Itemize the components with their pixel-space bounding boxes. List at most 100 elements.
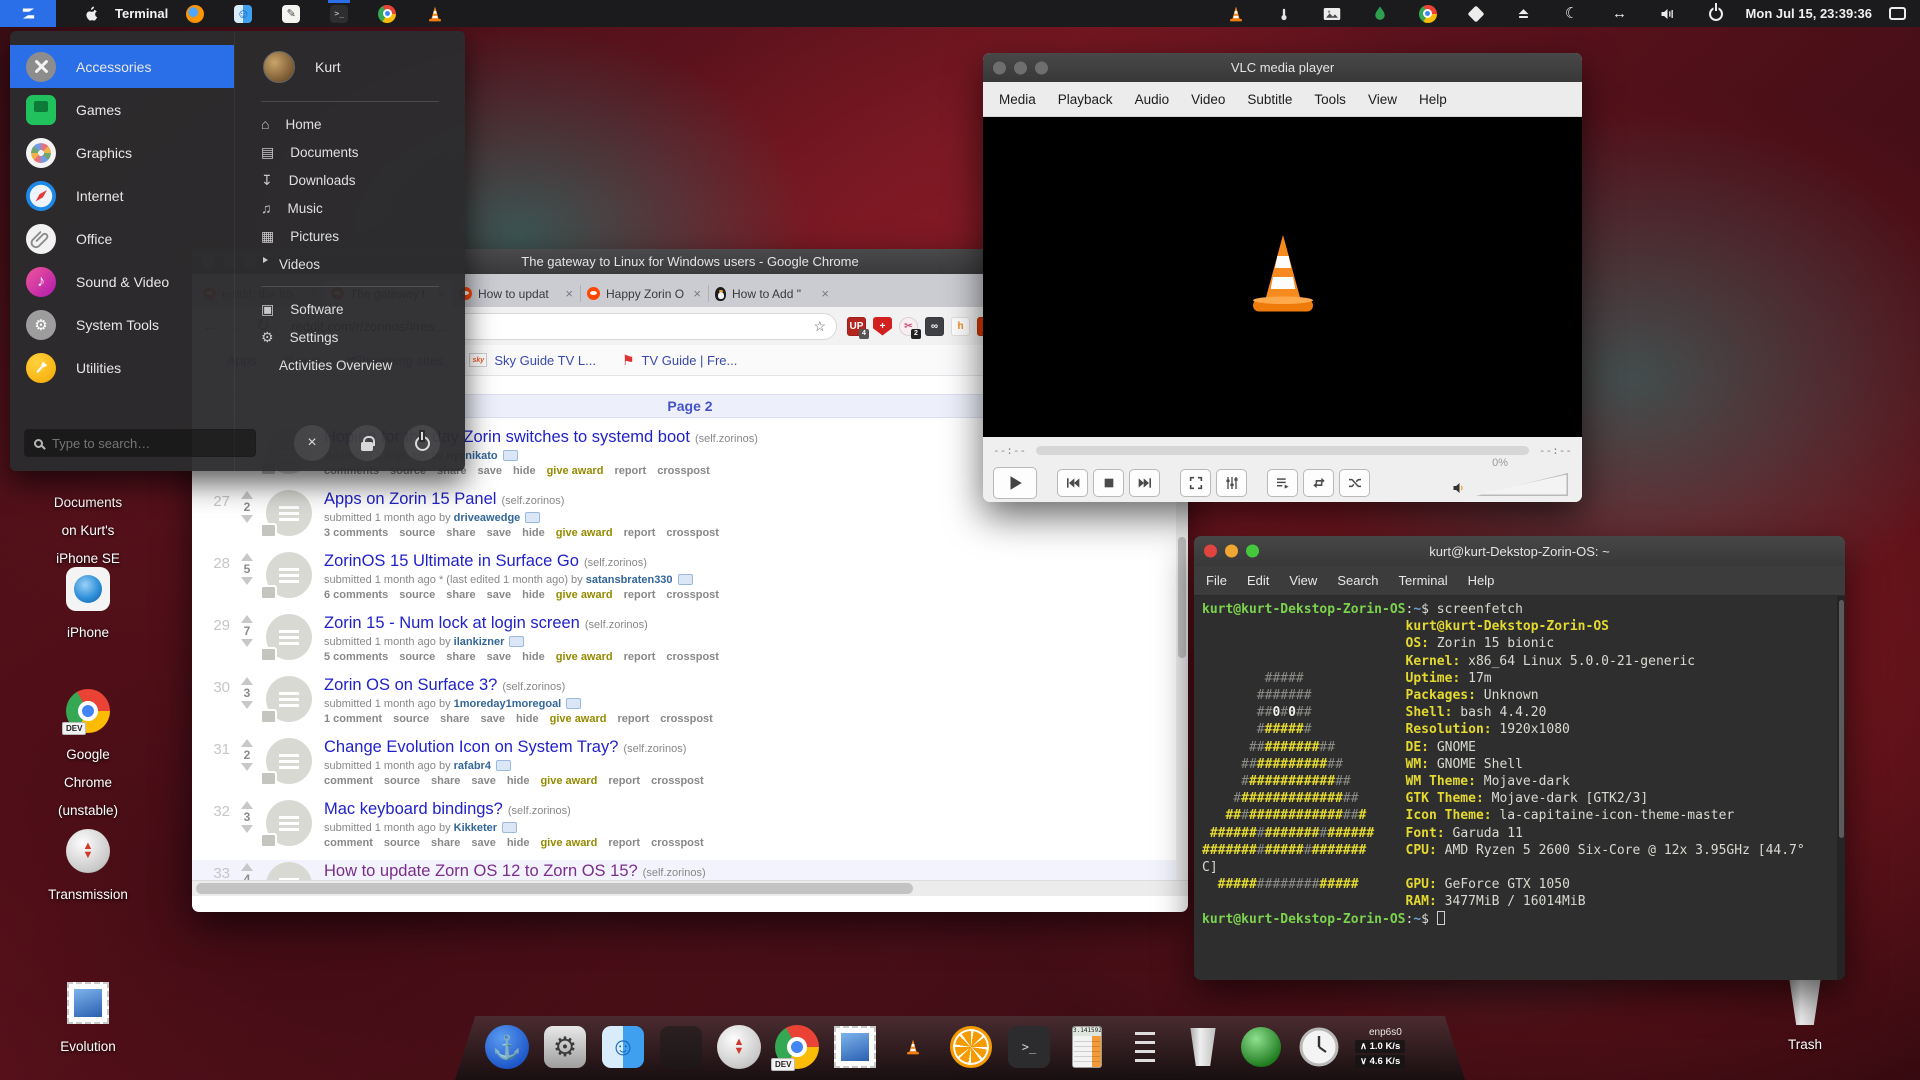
terminal-icon[interactable]: >_ [326, 0, 352, 27]
post-domain[interactable]: (self.zorinos) [623, 743, 686, 755]
dock-item-settings[interactable]: ⚙ [543, 1024, 587, 1070]
action-save[interactable]: save [487, 527, 511, 539]
tray-moon-icon[interactable]: ☾ [1559, 0, 1585, 27]
system-item-settings[interactable]: ⚙Settings [261, 323, 465, 351]
post-author-link[interactable]: Kikketer [454, 822, 497, 834]
post-thumbnail[interactable] [266, 676, 312, 722]
dock-item-finder[interactable]: ☺ [601, 1024, 645, 1070]
action-give-award[interactable]: give award [540, 775, 597, 787]
tray-green-drop-icon[interactable] [1367, 0, 1393, 27]
desktop-icon-transmission[interactable]: ▲▼Transmission [28, 828, 148, 909]
close-button[interactable] [1204, 545, 1217, 558]
post-domain[interactable]: (self.zorinos) [502, 681, 565, 693]
action-give-award[interactable]: give award [556, 589, 613, 601]
vlc-menu-video[interactable]: Video [1191, 92, 1225, 107]
dock-item-transmission[interactable]: ▲▼ [717, 1024, 761, 1070]
notes-icon[interactable]: ✎ [278, 0, 304, 27]
action-share[interactable]: share [431, 837, 460, 849]
minimize-button[interactable] [1225, 545, 1238, 558]
upvote-arrow[interactable] [241, 801, 253, 809]
action-save[interactable]: save [471, 837, 495, 849]
action-crosspost[interactable]: crosspost [651, 837, 704, 849]
apple-icon[interactable] [84, 5, 99, 22]
category-internet[interactable]: Internet [10, 174, 234, 217]
action-hide[interactable]: hide [516, 713, 539, 725]
post-thumbnail[interactable] [266, 490, 312, 536]
action-crosspost[interactable]: crosspost [657, 465, 710, 477]
dock-item-green-orb[interactable] [1239, 1024, 1283, 1070]
vlc-menu-media[interactable]: Media [999, 92, 1036, 107]
action-hide[interactable]: hide [522, 527, 545, 539]
fullscreen-button[interactable] [1180, 469, 1211, 497]
dock-item-calculator[interactable]: 3.141592 [1065, 1024, 1109, 1070]
downvote-arrow[interactable] [241, 763, 253, 771]
extension-icon[interactable]: ∞ [925, 317, 944, 336]
tab-close-icon[interactable]: × [821, 286, 829, 301]
action-hide[interactable]: hide [522, 589, 545, 601]
vlc-menu-help[interactable]: Help [1419, 92, 1447, 107]
dock-item-clock[interactable] [1297, 1024, 1341, 1070]
bookmark-item[interactable]: skySky Guide TV L... [469, 353, 596, 368]
tray-vlc-icon[interactable] [1223, 0, 1249, 27]
dock-item-anchor[interactable]: ⚓ [485, 1024, 529, 1070]
upvote-arrow[interactable] [241, 739, 253, 747]
search-input[interactable] [52, 436, 222, 451]
category-office[interactable]: Office [10, 217, 234, 260]
post-domain[interactable]: (self.zorinos) [584, 557, 647, 569]
extension-icon[interactable]: h [951, 317, 970, 336]
post-author-link[interactable]: rafabr4 [454, 760, 491, 772]
category-sound-video[interactable]: ♪Sound & Video [10, 260, 234, 303]
post-title-link[interactable]: How to update Zorn OS 12 to Zorn OS 15? [324, 862, 638, 880]
action-hide[interactable]: hide [513, 465, 536, 477]
action-source[interactable]: source [399, 527, 435, 539]
action-crosspost[interactable]: crosspost [666, 589, 719, 601]
action-report[interactable]: report [617, 713, 649, 725]
place-pictures[interactable]: ▦Pictures [261, 222, 465, 250]
user-row[interactable]: Kurt [263, 51, 465, 83]
comments-link[interactable]: 5 comments [324, 651, 388, 663]
action-source[interactable]: source [399, 651, 435, 663]
terminal-titlebar[interactable]: kurt@kurt-Dekstop-Zorin-OS: ~ [1194, 536, 1845, 566]
action-source[interactable]: source [384, 837, 420, 849]
action-report[interactable]: report [614, 465, 646, 477]
dock-item-trash-cup[interactable] [1181, 1024, 1225, 1070]
desktop-icon-documents[interactable]: Documentson Kurt'siPhone SE [28, 489, 148, 573]
action-save[interactable]: save [477, 465, 501, 477]
action-report[interactable]: report [608, 837, 640, 849]
vlc-menu-playback[interactable]: Playback [1058, 92, 1113, 107]
post-domain[interactable]: (self.zorinos) [695, 433, 758, 445]
tab-close-icon[interactable]: × [693, 286, 701, 301]
action-report[interactable]: report [624, 651, 656, 663]
action-crosspost[interactable]: crosspost [666, 651, 719, 663]
place-documents[interactable]: ▤Documents [261, 138, 465, 166]
place-music[interactable]: ♫Music [261, 194, 465, 222]
terminal-menu-view[interactable]: View [1289, 573, 1317, 588]
action-hide[interactable]: hide [507, 837, 530, 849]
finder-icon[interactable]: ☺ [230, 0, 256, 27]
desktop-icon-chrome-dev[interactable]: DEVGoogleChrome(unstable) [28, 688, 148, 825]
post-author-link[interactable]: driveawedge [454, 512, 521, 524]
post-thumbnail[interactable] [266, 738, 312, 784]
volume-slider[interactable] [1476, 473, 1568, 496]
vlc-titlebar[interactable]: VLC media player [983, 53, 1582, 82]
upvote-arrow[interactable] [241, 677, 253, 685]
category-accessories[interactable]: Accessories [10, 45, 234, 88]
shuffle-button[interactable] [1339, 469, 1370, 497]
action-report[interactable]: report [624, 589, 656, 601]
post-title-link[interactable]: Change Evolution Icon on System Tray? [324, 738, 618, 756]
desktop-icon-trash[interactable]: Trash [1745, 978, 1865, 1059]
dock-item-terminal-dark[interactable]: >_ [1007, 1024, 1051, 1070]
tab-close-icon[interactable]: × [565, 286, 573, 301]
action-crosspost[interactable]: crosspost [660, 713, 713, 725]
action-hide[interactable]: hide [507, 775, 530, 787]
action-give-award[interactable]: give award [556, 527, 613, 539]
bookmark-star-icon[interactable]: ☆ [813, 318, 826, 335]
browser-tab[interactable]: How to updat× [452, 280, 580, 307]
tray-dropbox-icon[interactable] [1463, 0, 1489, 27]
previous-button[interactable] [1057, 469, 1088, 497]
screen-corners-icon[interactable] [1889, 7, 1906, 20]
post-author-link[interactable]: ilankizner [454, 636, 505, 648]
vlc-menu-view[interactable]: View [1368, 92, 1397, 107]
next-button[interactable] [1129, 469, 1160, 497]
system-item-activities[interactable]: Activities Overview [261, 351, 465, 379]
